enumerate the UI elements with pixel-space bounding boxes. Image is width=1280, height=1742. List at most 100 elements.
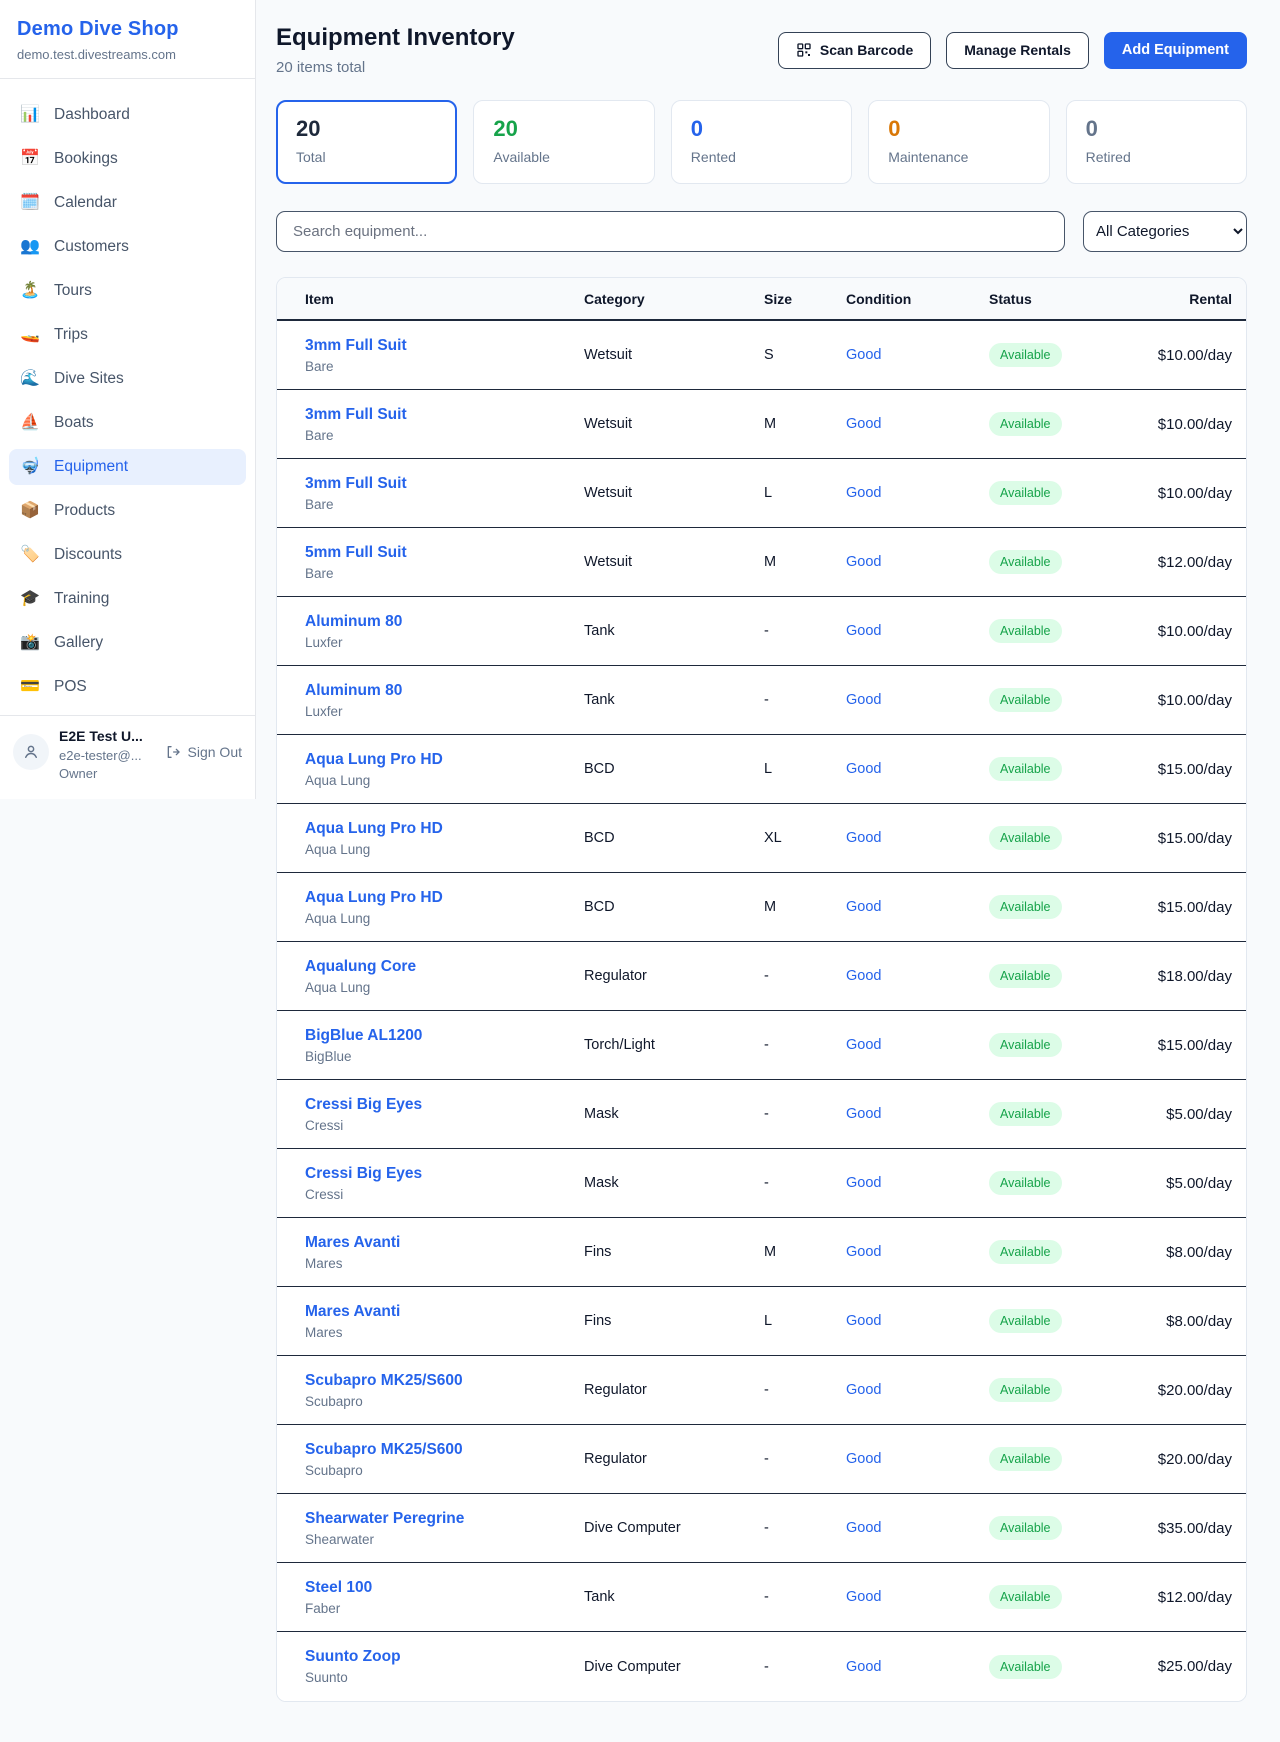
table-row[interactable]: Aqua Lung Pro HDAqua LungBCDXLGoodAvaila…: [277, 804, 1246, 873]
table-row[interactable]: Cressi Big EyesCressiMask-GoodAvailable$…: [277, 1149, 1246, 1218]
scan-barcode-button[interactable]: Scan Barcode: [778, 32, 931, 69]
condition-link[interactable]: Good: [846, 554, 881, 570]
item-brand: Aqua Lung: [305, 773, 584, 788]
sidebar-item-training[interactable]: 🎓Training: [9, 581, 246, 617]
condition-link[interactable]: Good: [846, 830, 881, 846]
condition-link[interactable]: Good: [846, 1451, 881, 1467]
condition-link[interactable]: Good: [846, 761, 881, 777]
condition-link[interactable]: Good: [846, 1382, 881, 1398]
table-row[interactable]: Mares AvantiMaresFinsLGoodAvailable$8.00…: [277, 1287, 1246, 1356]
condition-link[interactable]: Good: [846, 347, 881, 363]
item-name-link[interactable]: Shearwater Peregrine: [305, 1510, 584, 1528]
sidebar-item-equipment[interactable]: 🤿Equipment: [9, 449, 246, 485]
condition-link[interactable]: Good: [846, 1313, 881, 1329]
item-name-link[interactable]: 3mm Full Suit: [305, 406, 584, 424]
item-name-link[interactable]: Aluminum 80: [305, 682, 584, 700]
item-name-link[interactable]: Aqua Lung Pro HD: [305, 820, 584, 838]
condition-link[interactable]: Good: [846, 416, 881, 432]
condition-link[interactable]: Good: [846, 692, 881, 708]
sidebar-item-tours[interactable]: 🏝️Tours: [9, 273, 246, 309]
table-row[interactable]: Steel 100FaberTank-GoodAvailable$12.00/d…: [277, 1563, 1246, 1632]
sidebar: Demo Dive Shop demo.test.divestreams.com…: [0, 0, 256, 799]
item-name-link[interactable]: Cressi Big Eyes: [305, 1165, 584, 1183]
item-cell: Aqua Lung Pro HDAqua Lung: [305, 820, 584, 857]
table-row[interactable]: Aqualung CoreAqua LungRegulator-GoodAvai…: [277, 942, 1246, 1011]
item-name-link[interactable]: Aluminum 80: [305, 613, 584, 631]
table-row[interactable]: Mares AvantiMaresFinsMGoodAvailable$8.00…: [277, 1218, 1246, 1287]
stat-card-maintenance[interactable]: 0Maintenance: [868, 100, 1049, 184]
manage-rentals-button[interactable]: Manage Rentals: [946, 32, 1089, 69]
sidebar-item-discounts[interactable]: 🏷️Discounts: [9, 537, 246, 573]
item-name-link[interactable]: Mares Avanti: [305, 1303, 584, 1321]
boats-icon: ⛵: [19, 415, 41, 431]
table-row[interactable]: 3mm Full SuitBareWetsuitSGoodAvailable$1…: [277, 321, 1246, 390]
condition-link[interactable]: Good: [846, 623, 881, 639]
table-row[interactable]: 5mm Full SuitBareWetsuitMGoodAvailable$1…: [277, 528, 1246, 597]
condition-link[interactable]: Good: [846, 485, 881, 501]
status-cell: Available: [989, 1171, 1149, 1195]
sidebar-item-boats[interactable]: ⛵Boats: [9, 405, 246, 441]
status-cell: Available: [989, 550, 1149, 574]
sidebar-item-dive-sites[interactable]: 🌊Dive Sites: [9, 361, 246, 397]
condition-link[interactable]: Good: [846, 1589, 881, 1605]
rental-price-cell: $10.00/day: [1149, 416, 1232, 433]
item-name-link[interactable]: 3mm Full Suit: [305, 475, 584, 493]
table-row[interactable]: Suunto ZoopSuuntoDive Computer-GoodAvail…: [277, 1632, 1246, 1701]
stat-card-retired[interactable]: 0Retired: [1066, 100, 1247, 184]
table-row[interactable]: Scubapro MK25/S600ScubaproRegulator-Good…: [277, 1425, 1246, 1494]
sign-out-button[interactable]: Sign Out: [165, 744, 242, 760]
item-name-link[interactable]: Scubapro MK25/S600: [305, 1372, 584, 1390]
condition-link[interactable]: Good: [846, 899, 881, 915]
item-name-link[interactable]: Steel 100: [305, 1579, 584, 1597]
stat-card-total[interactable]: 20Total: [276, 100, 457, 184]
condition-link[interactable]: Good: [846, 1037, 881, 1053]
item-name-link[interactable]: Aqualung Core: [305, 958, 584, 976]
sidebar-item-products[interactable]: 📦Products: [9, 493, 246, 529]
training-icon: 🎓: [19, 591, 41, 607]
stat-card-available[interactable]: 20Available: [473, 100, 654, 184]
item-cell: Suunto ZoopSuunto: [305, 1648, 584, 1685]
condition-link[interactable]: Good: [846, 1659, 881, 1675]
sidebar-item-calendar[interactable]: 🗓️Calendar: [9, 185, 246, 221]
sidebar-item-bookings[interactable]: 📅Bookings: [9, 141, 246, 177]
status-cell: Available: [989, 1240, 1149, 1264]
table-row[interactable]: Shearwater PeregrineShearwaterDive Compu…: [277, 1494, 1246, 1563]
item-cell: Mares AvantiMares: [305, 1234, 584, 1271]
item-name-link[interactable]: Suunto Zoop: [305, 1648, 584, 1666]
sidebar-item-dashboard[interactable]: 📊Dashboard: [9, 97, 246, 133]
table-row[interactable]: 3mm Full SuitBareWetsuitMGoodAvailable$1…: [277, 390, 1246, 459]
search-input[interactable]: [276, 211, 1065, 252]
item-name-link[interactable]: Cressi Big Eyes: [305, 1096, 584, 1114]
table-row[interactable]: Cressi Big EyesCressiMask-GoodAvailable$…: [277, 1080, 1246, 1149]
table-row[interactable]: Scubapro MK25/S600ScubaproRegulator-Good…: [277, 1356, 1246, 1425]
sidebar-item-pos[interactable]: 💳POS: [9, 669, 246, 705]
item-cell: Steel 100Faber: [305, 1579, 584, 1616]
sidebar-item-trips[interactable]: 🚤Trips: [9, 317, 246, 353]
condition-link[interactable]: Good: [846, 1244, 881, 1260]
condition-link[interactable]: Good: [846, 1175, 881, 1191]
item-name-link[interactable]: BigBlue AL1200: [305, 1027, 584, 1045]
table-row[interactable]: Aqua Lung Pro HDAqua LungBCDLGoodAvailab…: [277, 735, 1246, 804]
condition-link[interactable]: Good: [846, 1520, 881, 1536]
table-row[interactable]: BigBlue AL1200BigBlueTorch/Light-GoodAva…: [277, 1011, 1246, 1080]
sidebar-user-footer: E2E Test U... e2e-tester@... Owner Sign …: [0, 715, 255, 799]
table-row[interactable]: Aqua Lung Pro HDAqua LungBCDMGoodAvailab…: [277, 873, 1246, 942]
item-name-link[interactable]: Aqua Lung Pro HD: [305, 889, 584, 907]
item-name-link[interactable]: 3mm Full Suit: [305, 337, 584, 355]
condition-link[interactable]: Good: [846, 968, 881, 984]
sidebar-item-customers[interactable]: 👥Customers: [9, 229, 246, 265]
item-name-link[interactable]: Aqua Lung Pro HD: [305, 751, 584, 769]
user-role: Owner: [59, 766, 143, 782]
stat-card-rented[interactable]: 0Rented: [671, 100, 852, 184]
table-row[interactable]: Aluminum 80LuxferTank-GoodAvailable$10.0…: [277, 666, 1246, 735]
item-name-link[interactable]: 5mm Full Suit: [305, 544, 584, 562]
add-equipment-button[interactable]: Add Equipment: [1104, 32, 1247, 69]
item-name-link[interactable]: Scubapro MK25/S600: [305, 1441, 584, 1459]
condition-link[interactable]: Good: [846, 1106, 881, 1122]
shop-domain: demo.test.divestreams.com: [17, 47, 239, 62]
sidebar-item-gallery[interactable]: 📸Gallery: [9, 625, 246, 661]
item-name-link[interactable]: Mares Avanti: [305, 1234, 584, 1252]
table-row[interactable]: 3mm Full SuitBareWetsuitLGoodAvailable$1…: [277, 459, 1246, 528]
category-select[interactable]: All Categories: [1083, 211, 1247, 252]
table-row[interactable]: Aluminum 80LuxferTank-GoodAvailable$10.0…: [277, 597, 1246, 666]
